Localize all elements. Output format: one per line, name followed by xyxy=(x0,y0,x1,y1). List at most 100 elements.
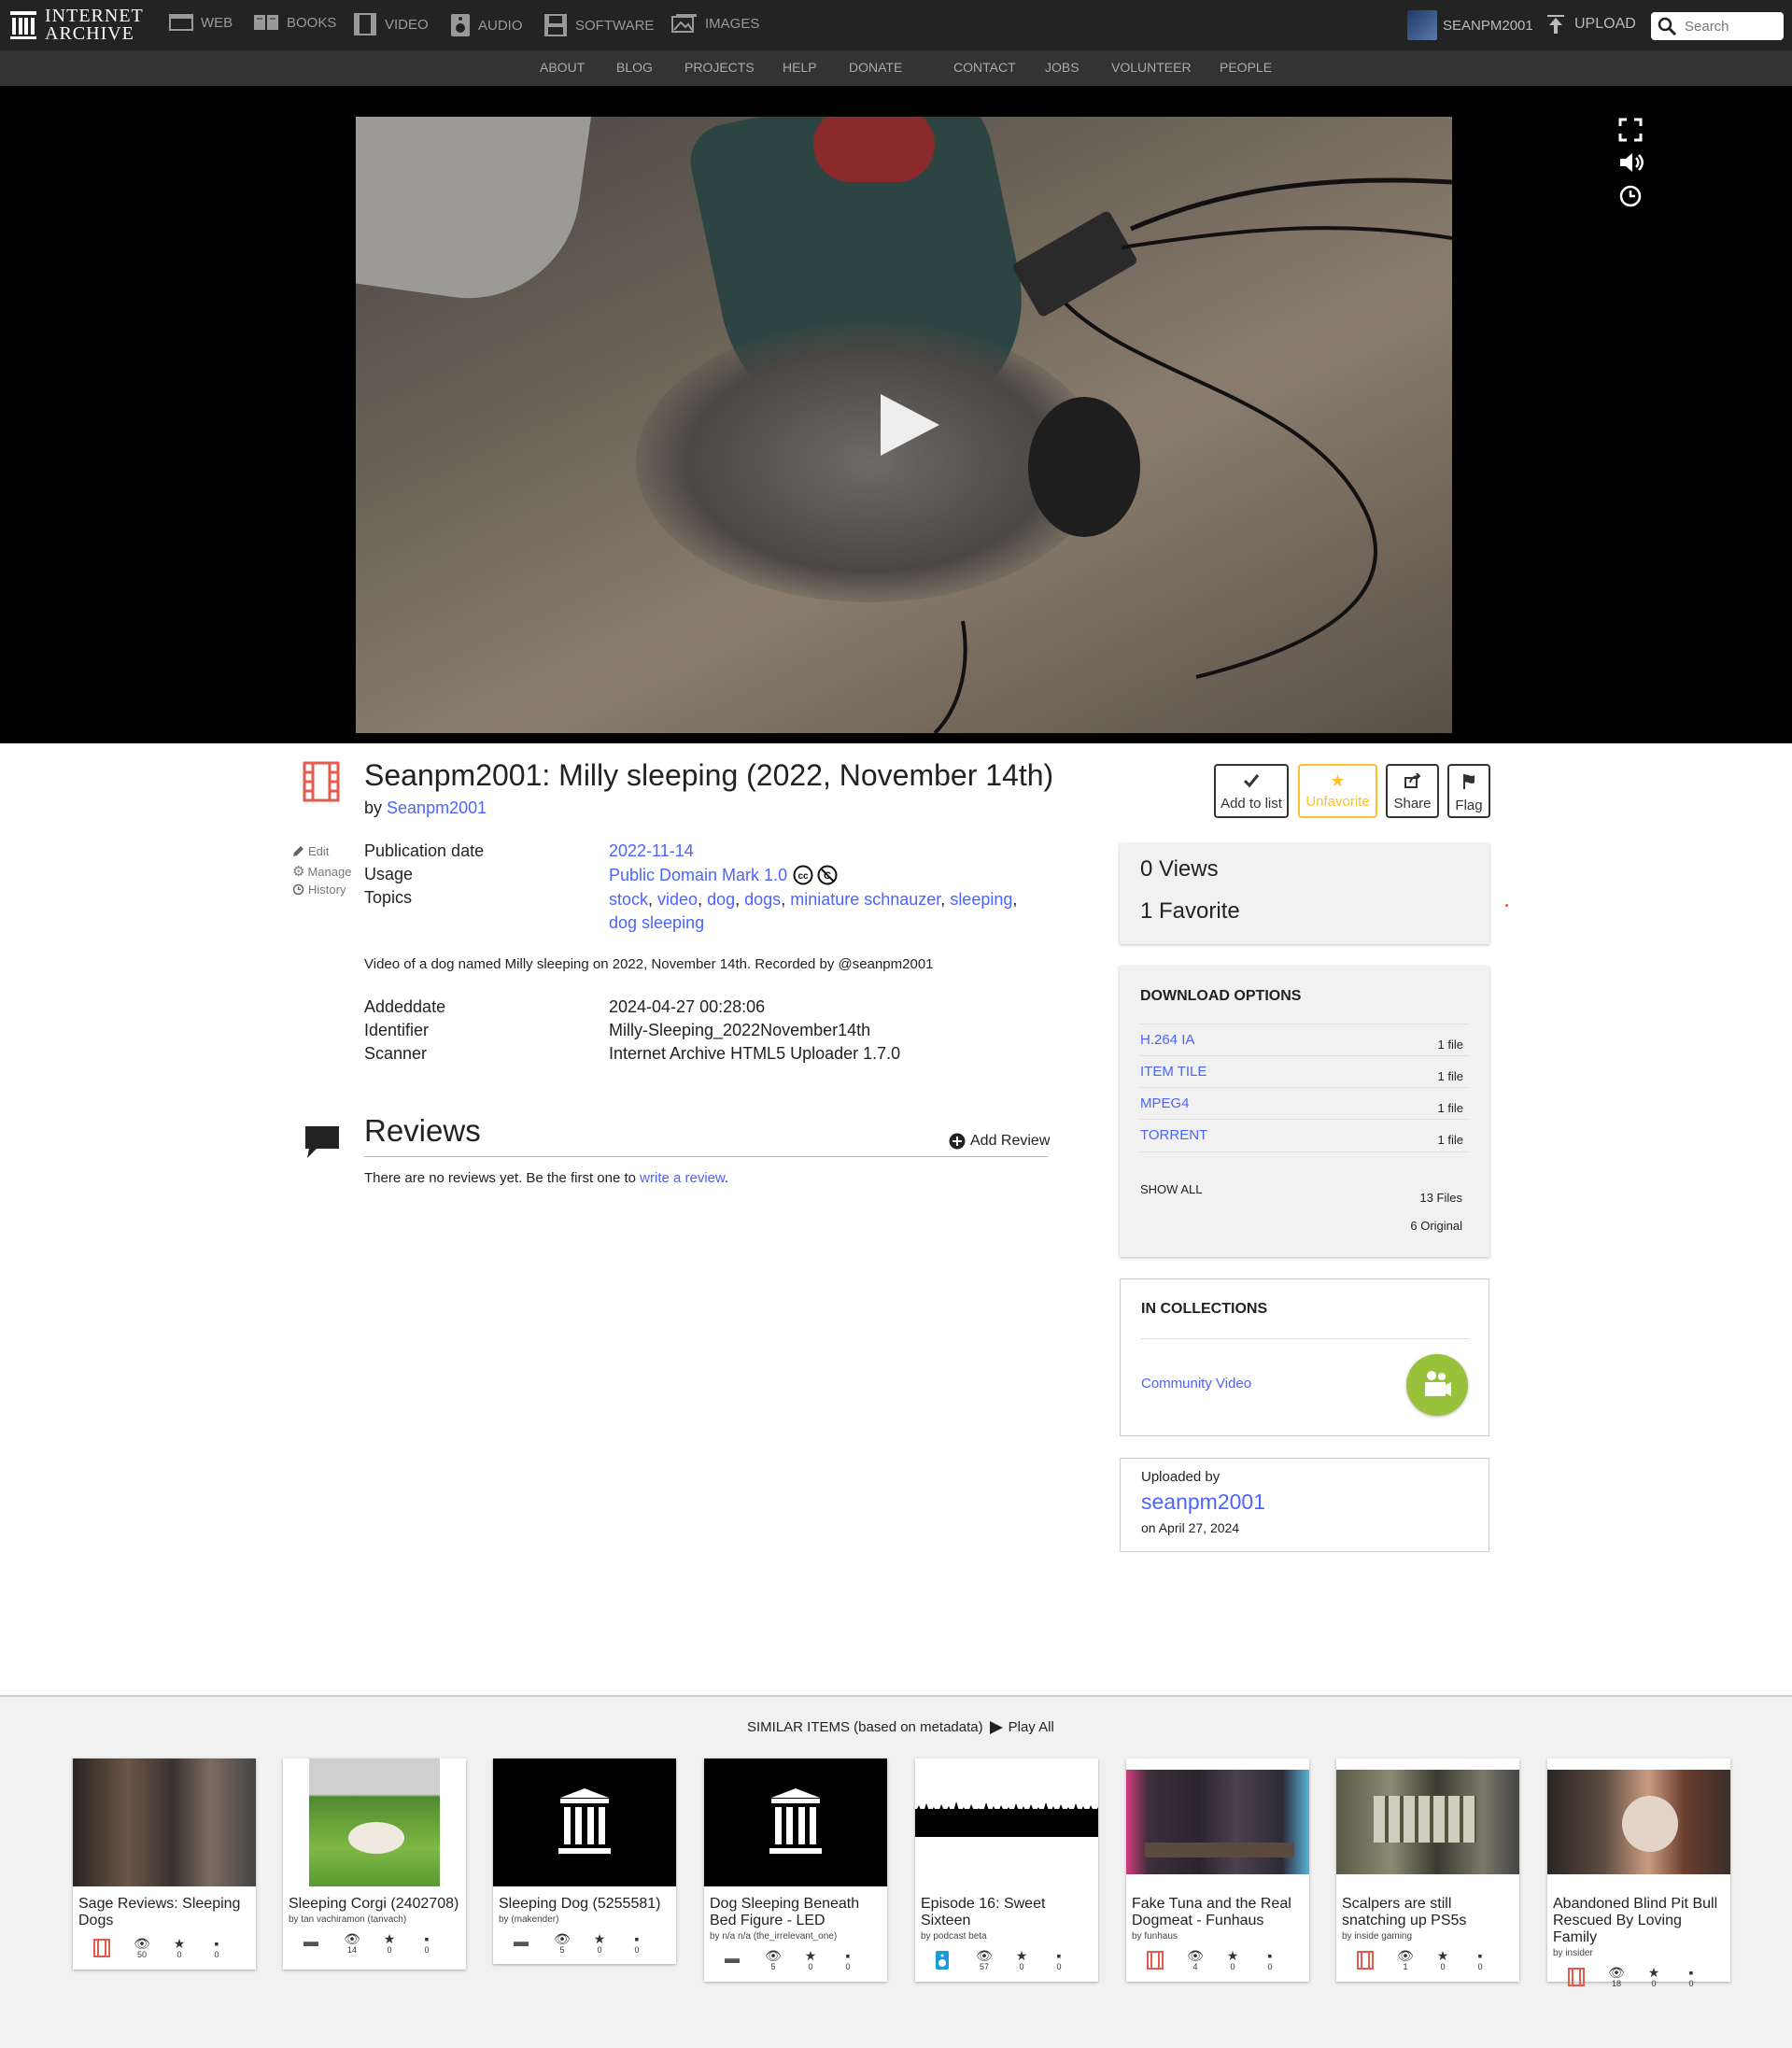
similar-item-tile[interactable]: Fake Tuna and the Real Dogmeat - Funhaus… xyxy=(1126,1758,1309,1982)
show-all-link[interactable]: SHOW ALL xyxy=(1140,1182,1202,1196)
nav-software[interactable]: SOFTWARE xyxy=(543,13,654,37)
subnav-jobs[interactable]: JOBS xyxy=(1045,60,1079,75)
user-menu[interactable]: SEANPM2001 xyxy=(1407,10,1533,40)
topic-link[interactable]: dog sleeping xyxy=(609,913,704,932)
download-format-link[interactable]: H.264 IA xyxy=(1140,1032,1194,1048)
play-icon[interactable] xyxy=(876,392,941,458)
similar-item-tile[interactable]: Dog Sleeping Beneath Bed Figure - LED by… xyxy=(704,1758,887,1982)
nav-images[interactable]: IMAGES xyxy=(671,13,759,34)
topic-link[interactable]: dog xyxy=(707,890,735,909)
item-thumbnail xyxy=(73,1758,256,1886)
nav-audio[interactable]: AUDIO xyxy=(450,13,523,37)
identifier-label: Identifier xyxy=(364,1021,430,1039)
favorites-count: 0 xyxy=(1440,1962,1446,1971)
uploaded-by-label: Uploaded by xyxy=(1141,1469,1221,1485)
license-link[interactable]: Public Domain Mark 1.0 xyxy=(609,866,787,885)
star-icon: ★ xyxy=(1647,1965,1660,1980)
fullscreen-icon[interactable] xyxy=(1618,118,1643,142)
favorites-stat: ★ 0 xyxy=(1642,1966,1666,1988)
favorites-count: 1 Favorite xyxy=(1140,898,1240,924)
web-icon xyxy=(169,14,193,31)
favorites-stat: ★ 0 xyxy=(1431,1949,1455,1971)
svg-text:cc: cc xyxy=(798,871,810,882)
publication-date-value[interactable]: 2022-11-14 xyxy=(609,841,694,861)
comment-icon: ▪ xyxy=(1688,1965,1694,1980)
item-stats: 👁 18 ★ 0 ▪ 0 xyxy=(1547,1962,1730,1999)
download-format-link[interactable]: TORRENT xyxy=(1140,1127,1207,1143)
logo-line-2: ARCHIVE xyxy=(45,23,134,44)
clock-icon[interactable] xyxy=(1618,184,1643,208)
flag-label: Flag xyxy=(1455,798,1483,813)
collection-badge[interactable] xyxy=(1406,1354,1468,1416)
similar-item-tile[interactable]: Sleeping Dog (5255581) by (makender) ▬ 👁… xyxy=(493,1758,676,1964)
similar-item-tile[interactable]: Abandoned Blind Pit Bull Rescued By Lovi… xyxy=(1547,1758,1730,1988)
history-link[interactable]: History xyxy=(292,883,346,897)
subnav-donate[interactable]: DONATE xyxy=(849,60,902,75)
topic-link[interactable]: miniature schnauzer xyxy=(790,890,940,909)
unfavorite-label: Unfavorite xyxy=(1305,794,1370,810)
subnav-people[interactable]: PEOPLE xyxy=(1220,60,1272,75)
views-count: 57 xyxy=(979,1962,989,1971)
subnav-contact[interactable]: CONTACT xyxy=(953,60,1016,75)
internet-archive-logo[interactable]: INTERNET ARCHIVE xyxy=(9,7,144,43)
download-file-count: 1 file xyxy=(1437,1038,1463,1052)
item-stats: 👁 50 ★ 0 ▪ 0 xyxy=(73,1933,256,1970)
comment-icon xyxy=(305,1126,339,1158)
topic-link[interactable]: stock xyxy=(609,890,648,909)
similar-item-tile[interactable]: Sleeping Corgi (2402708) by tan vachiram… xyxy=(283,1758,466,1970)
add-review-button[interactable]: Add Review xyxy=(949,1133,1050,1150)
similar-item-tile[interactable]: Scalpers are still snatching up PS5s by … xyxy=(1336,1758,1519,1982)
subnav-blog[interactable]: BLOG xyxy=(616,60,653,75)
topic-link[interactable]: sleeping xyxy=(950,890,1012,909)
topic-link[interactable]: dogs xyxy=(744,890,781,909)
movie-film-icon xyxy=(1147,1951,1164,1970)
search-box[interactable] xyxy=(1651,12,1784,40)
uploader-link[interactable]: seanpm2001 xyxy=(1141,1490,1265,1515)
similar-item-title: Scalpers are still snatching up PS5s xyxy=(1342,1896,1467,1928)
reviews-stat: ▪ 0 xyxy=(1468,1949,1492,1971)
video-frame[interactable] xyxy=(356,117,1452,733)
similar-item-title: Sage Reviews: Sleeping Dogs xyxy=(78,1896,241,1928)
nav-books[interactable]: BOOKS xyxy=(253,13,336,32)
unfavorite-button[interactable]: ★ Unfavorite xyxy=(1298,764,1377,818)
write-review-link[interactable]: write a review xyxy=(640,1170,725,1186)
share-button[interactable]: Share xyxy=(1386,764,1439,818)
similar-item-tile[interactable]: Episode 16: Sweet Sixteen by podcast bet… xyxy=(915,1758,1098,1982)
views-stat: 👁 1 xyxy=(1393,1949,1418,1971)
waveform-image xyxy=(915,1801,1098,1837)
download-format-link[interactable]: MPEG4 xyxy=(1140,1095,1190,1111)
download-row: TORRENT 1 file xyxy=(1140,1119,1469,1152)
flag-button[interactable]: Flag xyxy=(1447,764,1490,818)
topics-list: stock, video, dog, dogs, miniature schna… xyxy=(609,890,1018,932)
download-format-link[interactable]: ITEM TILE xyxy=(1140,1064,1206,1080)
images-icon xyxy=(671,14,697,33)
similar-item-tile[interactable]: Sage Reviews: Sleeping Dogs 👁 50 ★ 0 ▪ 0 xyxy=(73,1758,256,1970)
star-icon: ★ xyxy=(383,1931,396,1946)
archive-building-icon xyxy=(10,11,36,39)
similar-item-creator: by tan vachiramon (tanvach) xyxy=(289,1914,407,1925)
add-to-list-label: Add to list xyxy=(1221,796,1282,812)
similar-item-creator: by n/a n/a (the_irrelevant_one) xyxy=(710,1931,838,1942)
subnav-help[interactable]: HELP xyxy=(783,60,817,75)
upload-button[interactable]: UPLOAD xyxy=(1545,13,1636,35)
edit-link[interactable]: Edit xyxy=(292,844,329,858)
views-stat: 👁 57 xyxy=(972,1949,996,1971)
subnav-about[interactable]: ABOUT xyxy=(540,60,585,75)
add-to-list-button[interactable]: Add to list xyxy=(1214,764,1289,818)
item-stats-panel: 0 Views 1 Favorite xyxy=(1120,843,1489,944)
volume-icon[interactable] xyxy=(1618,150,1644,175)
item-thumbnail xyxy=(1336,1758,1519,1886)
subnav-volunteer[interactable]: VOLUNTEER xyxy=(1111,60,1192,75)
manage-link[interactable]: ⚙ Manage xyxy=(292,863,351,880)
nav-video[interactable]: VIDEO xyxy=(353,13,429,35)
topic-link[interactable]: video xyxy=(657,890,698,909)
creator-link[interactable]: Seanpm2001 xyxy=(387,798,487,817)
play-all-link[interactable]: Play All xyxy=(1009,1719,1054,1735)
search-input[interactable] xyxy=(1683,17,1780,35)
subnav-projects[interactable]: PROJECTS xyxy=(684,60,755,75)
no-reviews-text: There are no reviews yet. Be the first o… xyxy=(364,1170,636,1186)
nav-web[interactable]: WEB xyxy=(169,13,233,32)
favorites-count: 0 xyxy=(808,1962,813,1971)
collection-link[interactable]: Community Video xyxy=(1141,1376,1251,1391)
audio-icon xyxy=(451,14,470,36)
